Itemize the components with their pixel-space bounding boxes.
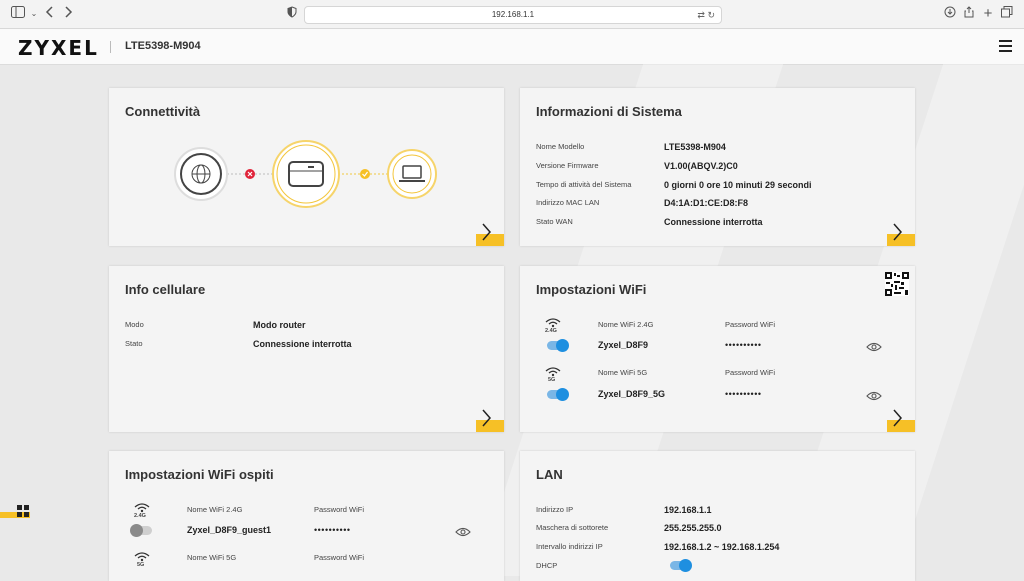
url-text: 192.168.1.1 xyxy=(491,10,535,19)
eye-icon[interactable] xyxy=(866,342,882,352)
card-title: LAN xyxy=(536,467,563,482)
dhcp-label: DHCP xyxy=(536,561,558,570)
device-model: LTE5398-M904 xyxy=(125,40,201,52)
address-bar[interactable]: 192.168.1.1 ⇄ ↻ xyxy=(304,6,722,24)
wifi-5g-ssid: Zyxel_D8F9_5G xyxy=(598,389,666,399)
zyxel-logo[interactable]: ZYXEL xyxy=(18,36,99,60)
ip-value: 192.168.1.1 xyxy=(664,505,712,515)
wifi-2g-ssid: Zyxel_D8F9 xyxy=(598,340,649,350)
wan-status-label: Stato WAN xyxy=(536,217,573,226)
check-icon xyxy=(360,169,370,179)
eye-icon[interactable] xyxy=(455,527,471,537)
dhcp-toggle[interactable] xyxy=(670,559,692,572)
wifi-card: Impostazioni WiFi 2.4G Nome WiFi 2.4G Zy… xyxy=(520,266,915,432)
wifi-2g-password-label: Password WiFi xyxy=(725,320,776,329)
chevron-left-icon[interactable] xyxy=(42,6,58,22)
chevron-right-icon[interactable] xyxy=(60,6,76,22)
lan-card: LAN Indirizzo IP 192.168.1.1 Maschera di… xyxy=(520,451,915,581)
band-label: 5G xyxy=(548,377,556,383)
chevron-right-icon xyxy=(482,223,491,241)
connectivity-more-button[interactable] xyxy=(476,223,504,246)
ip-range-label: Intervallo indirizzi IP xyxy=(536,542,603,551)
state-label: Stato xyxy=(125,339,143,348)
wifi-2g-name-label: Nome WiFi 2.4G xyxy=(598,320,654,329)
guest-2g-name-label: Nome WiFi 2.4G xyxy=(187,505,243,514)
mode-value: Modo router xyxy=(253,320,306,330)
share-icon[interactable] xyxy=(961,6,977,22)
mac-label: Indirizzo MAC LAN xyxy=(536,198,600,207)
band-label: 2.4G xyxy=(545,328,557,334)
globe-icon xyxy=(174,147,228,201)
band-label: 5G xyxy=(137,562,145,568)
state-value: Connessione interrotta xyxy=(253,339,352,349)
system-info-more-button[interactable] xyxy=(887,223,915,246)
ip-range-value: 192.168.1.2 ~ 192.168.1.254 xyxy=(664,542,780,552)
connectivity-diagram xyxy=(174,140,437,208)
hamburger-icon[interactable] xyxy=(999,40,1012,52)
guest-5g-name-label: Nome WiFi 5G xyxy=(187,553,237,562)
chevron-down-icon[interactable]: ⌄ xyxy=(26,6,42,22)
mode-label: Modo xyxy=(125,320,144,329)
chevron-right-icon xyxy=(893,223,902,241)
model-name-value: LTE5398-M904 xyxy=(664,142,726,152)
sidebar-toggle-icon[interactable] xyxy=(10,6,26,22)
grid-icon[interactable] xyxy=(17,505,31,519)
subnet-label: Maschera di sottorete xyxy=(536,523,609,532)
translate-icon[interactable]: ⇄ ↻ xyxy=(697,7,715,23)
uptime-value: 0 giorni 0 ore 10 minuti 29 secondi xyxy=(664,180,812,190)
guest-2g-password-label: Password WiFi xyxy=(314,505,365,514)
guest-2g-ssid: Zyxel_D8F9_guest1 xyxy=(187,525,272,535)
guest-wifi-card: Impostazioni WiFi ospiti 2.4G Nome WiFi … xyxy=(109,451,504,581)
guest-5g-password-label: Password WiFi xyxy=(314,553,365,562)
browser-toolbar: ⌄ 192.168.1.1 ⇄ ↻ + xyxy=(0,0,1024,29)
band-label: 2.4G xyxy=(134,513,146,519)
tabs-icon[interactable] xyxy=(999,6,1015,22)
wifi-5g-toggle[interactable] xyxy=(547,388,569,401)
uptime-label: Tempo di attività del Sistema xyxy=(536,180,632,189)
subnet-value: 255.255.255.0 xyxy=(664,523,722,533)
connectivity-card: Connettività xyxy=(109,88,504,246)
guest-2g-password: •••••••••• xyxy=(314,525,351,535)
firmware-label: Versione Firmware xyxy=(536,161,599,170)
laptop-icon xyxy=(387,149,437,199)
ip-label: Indirizzo IP xyxy=(536,505,574,514)
card-title: Impostazioni WiFi xyxy=(536,282,647,297)
card-title: Info cellulare xyxy=(125,282,206,297)
cellular-more-button[interactable] xyxy=(476,409,504,432)
router-icon xyxy=(272,140,340,208)
wifi-5g-password: •••••••••• xyxy=(725,389,762,399)
system-info-card: Informazioni di Sistema Nome Modello LTE… xyxy=(520,88,915,246)
chevron-right-icon xyxy=(893,409,902,427)
wifi-2g-toggle[interactable] xyxy=(547,339,569,352)
eye-icon[interactable] xyxy=(866,391,882,401)
app-header: ZYXEL LTE5398-M904 xyxy=(0,29,1024,65)
new-tab-icon[interactable]: + xyxy=(980,6,996,22)
header-divider xyxy=(110,41,111,53)
wifi-5g-password-label: Password WiFi xyxy=(725,368,776,377)
card-title: Informazioni di Sistema xyxy=(536,104,682,119)
guest-2g-toggle[interactable] xyxy=(130,524,152,537)
wifi-more-button[interactable] xyxy=(887,409,915,432)
wifi-2g-password: •••••••••• xyxy=(725,340,762,350)
error-x-icon xyxy=(245,169,255,179)
qr-code-icon[interactable] xyxy=(885,272,909,296)
wifi-5g-name-label: Nome WiFi 5G xyxy=(598,368,648,377)
card-title: Impostazioni WiFi ospiti xyxy=(125,467,274,482)
chevron-right-icon xyxy=(482,409,491,427)
cellular-card: Info cellulare Modo Modo router Stato Co… xyxy=(109,266,504,432)
wan-status-value: Connessione interrotta xyxy=(664,217,763,227)
shield-icon[interactable] xyxy=(284,6,300,22)
download-icon[interactable] xyxy=(942,6,958,22)
model-name-label: Nome Modello xyxy=(536,142,585,151)
mac-value: D4:1A:D1:CE:D8:F8 xyxy=(664,198,749,208)
firmware-value: V1.00(ABQV.2)C0 xyxy=(664,161,738,171)
